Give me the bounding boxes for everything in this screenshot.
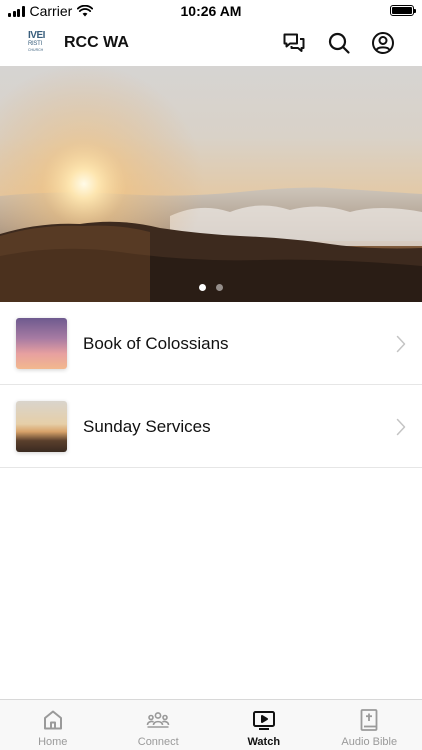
people-icon [146,712,170,728]
carousel-indicator[interactable] [0,284,422,291]
content-list: Book of Colossians Sunday Services [0,302,422,468]
tab-label-audio-bible: Audio Bible [341,736,398,748]
chevron-right-icon [396,418,406,436]
tab-watch[interactable]: Watch [211,700,317,750]
carousel-dot-1[interactable] [199,284,206,291]
hero-carousel[interactable] [0,66,422,302]
list-item-label: Book of Colossians [83,334,229,353]
search-icon [328,32,350,54]
sunset-sky-thumbnail [16,318,67,369]
tab-label-watch: Watch [247,736,281,748]
profile-icon [372,32,394,54]
list-item-sunday-services[interactable]: Sunday Services [0,385,422,468]
tab-label-connect: Connect [137,736,179,748]
tab-connect[interactable]: Connect [106,700,212,750]
chat-button[interactable] [282,31,306,55]
status-time: 10:26 AM [180,3,242,19]
play-icon [252,711,275,730]
sunrise-mountain-thumbnail [16,401,67,452]
sunrise-hero-image [0,66,422,302]
status-bar: Carrier 10:26 AM [0,0,422,22]
battery-icon [390,5,416,16]
chat-icon [283,33,305,52]
app-header: IVEI RISTI CHURCH RCC WA [0,22,422,66]
carousel-dot-2[interactable] [216,284,223,291]
home-icon [43,710,62,730]
search-button[interactable] [327,31,351,55]
tab-bar: Home Connect Watch Audio Bible [0,699,422,750]
page-title: RCC WA [64,34,129,51]
bible-icon [360,709,378,731]
tab-home[interactable]: Home [0,700,106,750]
list-item-colossians[interactable]: Book of Colossians [0,302,422,385]
tab-label-home: Home [38,736,68,748]
list-item-label: Sunday Services [83,417,211,436]
profile-button[interactable] [371,31,395,55]
chevron-right-icon [396,335,406,353]
church-logo: IVEI RISTI CHURCH [28,30,45,53]
tab-audio-bible[interactable]: Audio Bible [317,700,422,750]
